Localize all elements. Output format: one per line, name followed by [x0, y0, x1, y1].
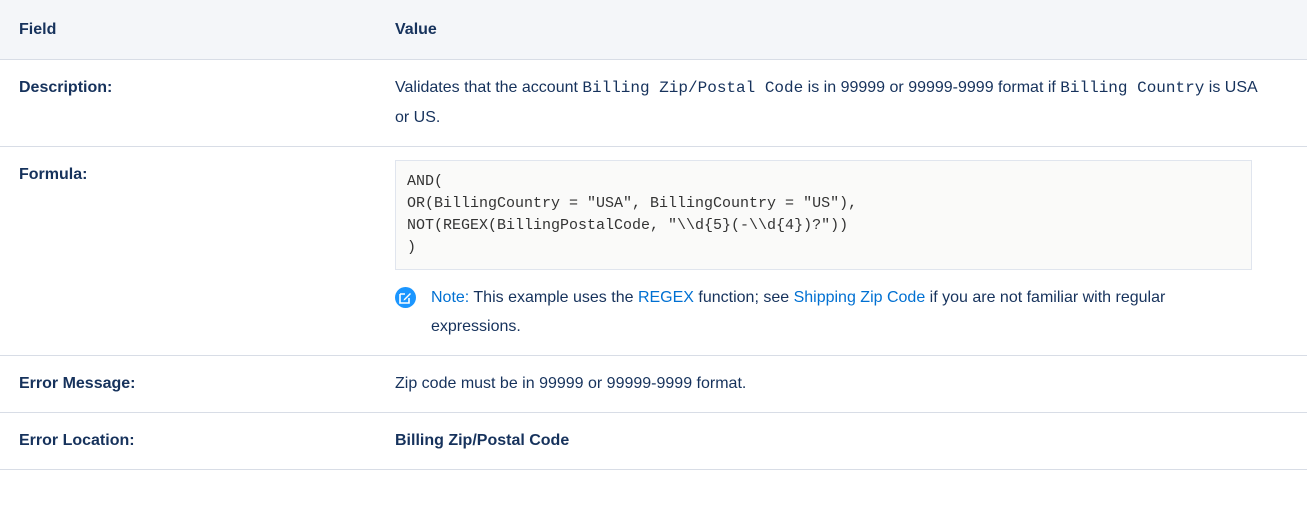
regex-link[interactable]: REGEX — [638, 289, 694, 306]
billing-country-code-ref: Billing Country — [1060, 79, 1205, 97]
table-row: Description: Validates that the account … — [0, 59, 1307, 147]
note-text: Note: This example uses the REGEX functi… — [431, 283, 1259, 341]
error-message-label: Error Message: — [0, 355, 376, 413]
billing-zip-code-ref: Billing Zip/Postal Code — [582, 79, 804, 97]
description-value: Validates that the account Billing Zip/P… — [376, 59, 1307, 147]
field-column-header: Field — [0, 0, 376, 60]
validation-rule-table: Field Value Description: Validates that … — [0, 0, 1307, 470]
formula-value: AND( OR(BillingCountry = "USA", BillingC… — [376, 146, 1307, 356]
description-text: is in 99999 or 99999-9999 format if — [803, 79, 1061, 96]
note-text-part: function; see — [693, 289, 794, 306]
table-row: Formula: AND( OR(BillingCountry = "USA",… — [0, 146, 1307, 356]
error-location-label: Error Location: — [0, 412, 376, 470]
note-label: Note: — [431, 289, 470, 306]
shipping-zip-code-link[interactable]: Shipping Zip Code — [794, 289, 926, 306]
note-callout: Note: This example uses the REGEX functi… — [395, 283, 1259, 341]
note-text-part: This example uses the — [469, 289, 638, 306]
formula-code-block: AND( OR(BillingCountry = "USA", BillingC… — [395, 160, 1252, 270]
error-message-value: Zip code must be in 99999 or 99999-9999 … — [376, 355, 1307, 413]
table-row: Error Location: Billing Zip/Postal Code — [0, 412, 1307, 470]
note-edit-icon — [395, 287, 416, 308]
formula-label: Formula: — [0, 146, 376, 356]
description-label: Description: — [0, 59, 376, 147]
value-column-header: Value — [376, 0, 1307, 60]
error-location-value: Billing Zip/Postal Code — [376, 412, 1307, 470]
description-text: Validates that the account — [395, 79, 583, 96]
table-header-row: Field Value — [0, 0, 1307, 60]
table-row: Error Message: Zip code must be in 99999… — [0, 355, 1307, 413]
